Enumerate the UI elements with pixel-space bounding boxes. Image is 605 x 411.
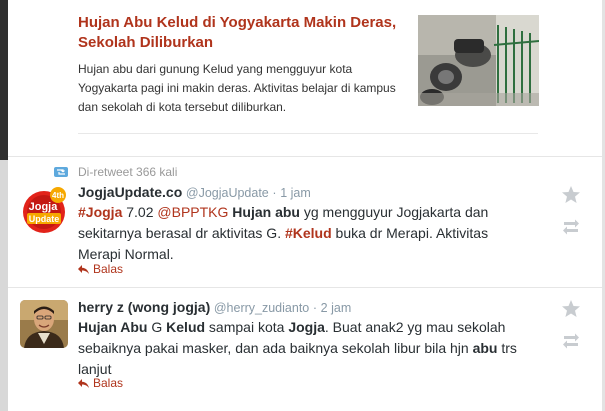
tweet-actions <box>561 185 583 249</box>
tweet-text: #Jogja 7.02 @BPPTKG Hujan abu yg mengguy… <box>78 204 489 262</box>
retweet-count-text: Di-retweet 366 kali <box>78 165 178 179</box>
author-name[interactable]: JogjaUpdate.co <box>78 184 182 200</box>
avatar-logo-line1: Jogja <box>29 201 59 213</box>
reply-arrow-icon <box>78 264 89 274</box>
hashtag-link[interactable]: #Kelud <box>285 225 332 241</box>
avatar-logo-line2: Update <box>29 214 60 224</box>
avatar[interactable] <box>20 300 68 348</box>
author-name[interactable]: herry z (wong jogja) <box>78 299 210 315</box>
reply-button[interactable]: Balas <box>78 376 123 390</box>
tweet-timestamp[interactable]: 2 jam <box>321 301 352 315</box>
retweet-indicator: Di-retweet 366 kali <box>54 165 177 179</box>
article-divider <box>78 133 538 134</box>
star-icon[interactable] <box>561 185 581 205</box>
tweet-item[interactable]: Di-retweet 366 kali 4th Jogja Update Jog… <box>8 157 602 287</box>
tweet-item[interactable]: herry z (wong jogja) @herry_zudianto · 2… <box>8 288 602 411</box>
article-description: Hujan abu dari gunung Kelud yang mengguy… <box>78 62 396 114</box>
retweet-icon[interactable] <box>561 217 581 237</box>
article-thumbnail[interactable] <box>418 15 539 106</box>
reply-label: Balas <box>93 376 124 390</box>
header-separator: · <box>312 301 318 315</box>
reply-arrow-icon <box>78 378 89 388</box>
tweet-header: JogjaUpdate.co @JogjaUpdate · 1 jam <box>78 184 311 200</box>
reply-button[interactable]: Balas <box>78 262 123 276</box>
tweet-actions <box>561 299 583 363</box>
mention-link[interactable]: @BPPTKG <box>157 204 228 220</box>
avatar[interactable]: 4th Jogja Update <box>20 186 68 234</box>
left-background-strip <box>0 0 8 411</box>
article-title[interactable]: Hujan Abu Kelud di Yogyakarta Makin Dera… <box>78 13 398 53</box>
hashtag-link[interactable]: #Jogja <box>78 204 122 220</box>
retweet-badge-icon <box>54 167 68 177</box>
author-handle[interactable]: @JogjaUpdate <box>186 186 269 200</box>
retweet-icon[interactable] <box>561 331 581 351</box>
tweet-text: Hujan Abu G Kelud sampai kota Jogja. Bua… <box>78 319 517 377</box>
tweet-timestamp[interactable]: 1 jam <box>280 186 311 200</box>
tweet-header: herry z (wong jogja) @herry_zudianto · 2… <box>78 299 351 315</box>
timeline-card: Hujan Abu Kelud di Yogyakarta Makin Dera… <box>8 0 602 411</box>
avatar-badge-text: 4th <box>52 191 64 200</box>
star-icon[interactable] <box>561 299 581 319</box>
reply-label: Balas <box>93 262 124 276</box>
author-handle[interactable]: @herry_zudianto <box>214 301 309 315</box>
header-separator: · <box>272 186 277 200</box>
article-preview[interactable]: Hujan Abu Kelud di Yogyakarta Makin Dera… <box>8 0 602 156</box>
